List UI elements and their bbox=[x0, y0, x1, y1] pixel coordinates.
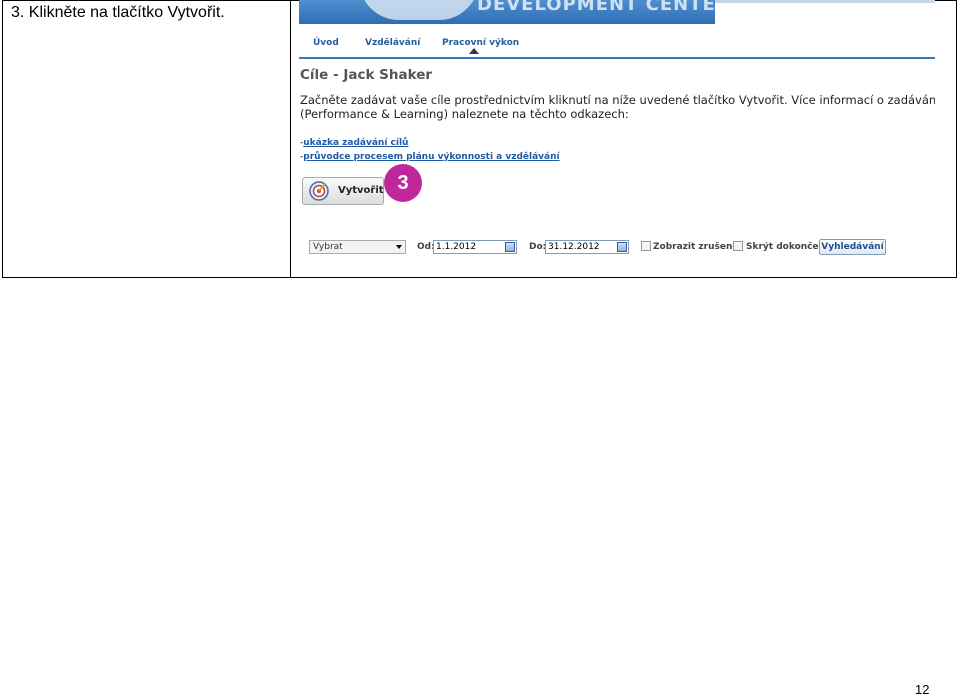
nav-item-uvod[interactable]: Úvod bbox=[313, 38, 339, 48]
intro-line-2: (Performance & Learning) naleznete na tě… bbox=[300, 107, 629, 121]
show-cancelled-checkbox[interactable] bbox=[641, 241, 651, 251]
link-goal-example[interactable]: ukázka zadávání cílů bbox=[303, 138, 408, 148]
to-date-input[interactable]: 31.12.2012 bbox=[545, 240, 629, 254]
help-links: -ukázka zadávání cílů -průvodce procesem… bbox=[300, 136, 560, 164]
active-tab-caret-icon bbox=[469, 48, 479, 54]
to-label: Do: bbox=[529, 242, 547, 252]
header-banner: DEVELOPMENT CENTER bbox=[299, 0, 935, 24]
page-number: 12 bbox=[915, 682, 930, 697]
from-date-input[interactable]: 1.1.2012 bbox=[433, 240, 517, 254]
link-row: -průvodce procesem plánu výkonnosti a vz… bbox=[300, 152, 560, 162]
intro-line-1: Začněte zadávat vaše cíle prostřednictví… bbox=[300, 93, 935, 107]
search-button[interactable]: Vyhledávání bbox=[819, 239, 886, 255]
dropdown-arrow-icon bbox=[396, 245, 402, 249]
target-icon bbox=[309, 181, 329, 201]
banner-title: DEVELOPMENT CENTER bbox=[477, 0, 731, 15]
step-instruction: 3. Klikněte na tlačítko Vytvořit. bbox=[11, 4, 225, 21]
link-row: -ukázka zadávání cílů bbox=[300, 138, 409, 148]
from-date-value: 1.1.2012 bbox=[436, 242, 477, 252]
main-nav: Úvod Vzdělávání Pracovní výkon bbox=[299, 31, 935, 59]
intro-text: Začněte zadávat vaše cíle prostřednictví… bbox=[300, 93, 935, 121]
create-button[interactable]: Vytvořit bbox=[302, 177, 384, 205]
to-date-value: 31.12.2012 bbox=[548, 242, 600, 252]
calendar-icon[interactable] bbox=[617, 242, 627, 252]
hide-completed-checkbox[interactable] bbox=[733, 241, 743, 251]
link-process-guide[interactable]: průvodce procesem plánu výkonnosti a vzd… bbox=[303, 152, 559, 162]
show-cancelled-label: Zobrazit zrušené bbox=[653, 242, 739, 252]
column-divider bbox=[290, 1, 291, 277]
nav-item-vzdelavani[interactable]: Vzdělávání bbox=[365, 38, 420, 48]
select-value: Vybrat bbox=[313, 242, 343, 252]
app-screenshot: DEVELOPMENT CENTER Úvod Vzdělávání Praco… bbox=[299, 0, 935, 272]
nav-item-pracovni-vykon[interactable]: Pracovní výkon bbox=[442, 38, 519, 48]
page-title: Cíle - Jack Shaker bbox=[300, 67, 433, 83]
calendar-icon[interactable] bbox=[505, 242, 515, 252]
step-callout-badge: 3 bbox=[384, 164, 422, 202]
create-button-label: Vytvořit bbox=[338, 185, 384, 196]
filter-select[interactable]: Vybrat bbox=[309, 240, 406, 254]
filter-bar: Vybrat Od: 1.1.2012 Do: 31.12.2012 Zobra… bbox=[299, 238, 935, 260]
